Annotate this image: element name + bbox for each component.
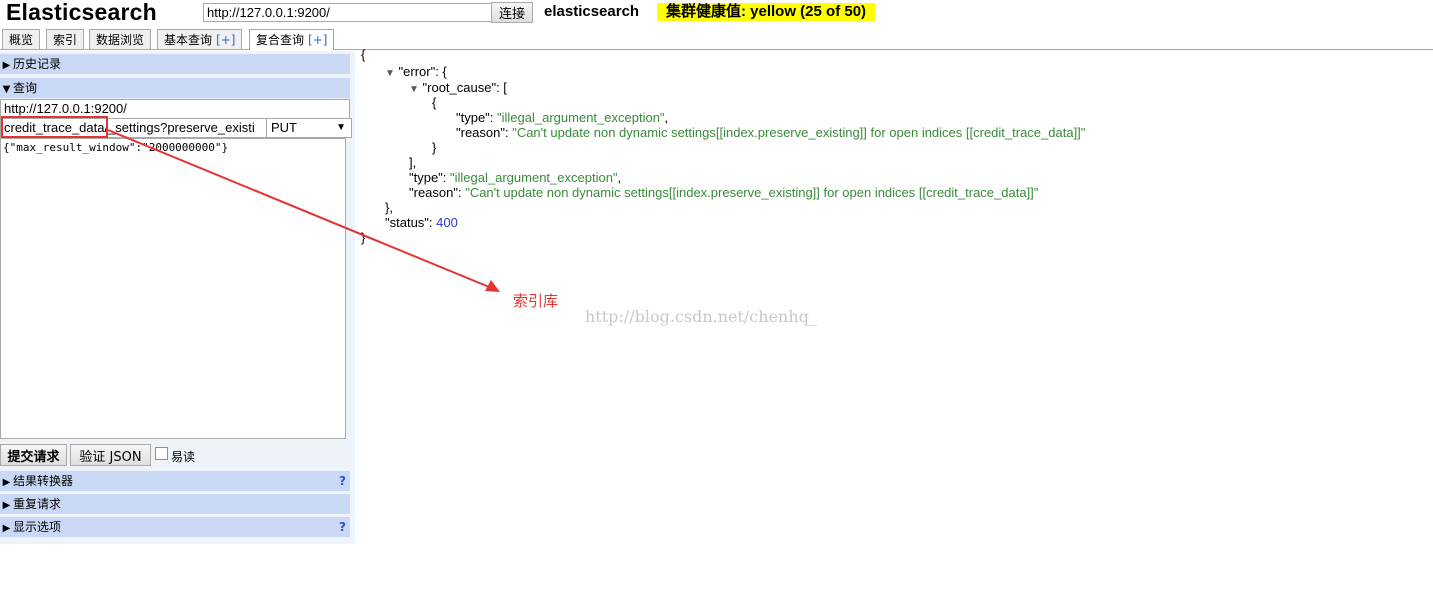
annotation-label: 索引库 bbox=[513, 292, 559, 310]
watermark-text: http://blog.csdn.net/chenhq_ bbox=[585, 307, 817, 326]
annotation-arrow bbox=[107, 129, 500, 292]
